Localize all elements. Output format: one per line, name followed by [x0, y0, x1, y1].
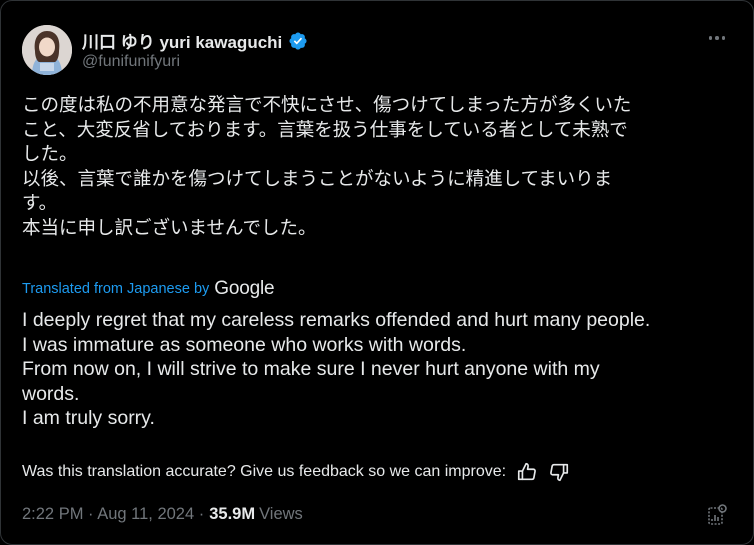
translated-from-label[interactable]: Translated from Japanese by [22, 281, 209, 297]
user-handle[interactable]: @funifunifyuri [82, 53, 180, 71]
avatar[interactable] [22, 25, 72, 75]
tweet-text-line: 以後、言葉で誰かを傷つけてしまうことがないように精進してまいりま [22, 168, 613, 190]
tweet-text-line: こと、大変反省しております。言葉を扱う仕事をしている者として未熟で [22, 119, 628, 141]
views-label: Views [259, 505, 303, 523]
tweet-text-line: す。 [22, 193, 58, 214]
translated-by-link[interactable]: Translated from Japanese by Google [22, 278, 275, 300]
tweet-text: この度は私の不用意な発言で不快にさせ、傷つけてしまった方が多くいた こと、大変反… [22, 94, 732, 241]
analytics-icon[interactable] [705, 503, 729, 527]
thumbs-down-icon[interactable] [548, 461, 570, 483]
verified-badge-icon[interactable] [288, 31, 308, 51]
translation-feedback: Was this translation accurate? Give us f… [22, 461, 570, 483]
more-horizontal-icon[interactable] [705, 26, 729, 50]
tweet-meta: 2:22 PM · Aug 11, 2024 · 35.9M Views [22, 505, 303, 524]
translation-line: words. [22, 382, 80, 405]
translation-line: I deeply regret that my careless remarks… [22, 309, 651, 331]
translation-line: I was immature as someone who works with… [22, 333, 467, 356]
tweet-text-line: この度は私の不用意な発言で不快にさせ、傷つけてしまった方が多くいた [22, 95, 632, 116]
google-logo: Google [214, 278, 275, 299]
tweet-text-line: した。 [22, 144, 78, 165]
tweet-text-line: 本当に申し訳ございませんでした。 [22, 217, 317, 239]
user-name-row[interactable]: 川口 ゆり yuri kawaguchi [82, 28, 308, 53]
display-name[interactable]: 川口 ゆり yuri kawaguchi [82, 28, 282, 53]
views-count: 35.9M [209, 505, 256, 523]
translation-line: From now on, I will strive to make sure … [22, 358, 600, 380]
translation-line: I am truly sorry. [22, 407, 155, 429]
thumbs-up-icon[interactable] [516, 461, 538, 483]
feedback-prompt: Was this translation accurate? Give us f… [22, 463, 507, 480]
translation-text: I deeply regret that my careless remarks… [22, 308, 737, 431]
timestamp[interactable]: 2:22 PM · Aug 11, 2024 · [22, 505, 204, 524]
